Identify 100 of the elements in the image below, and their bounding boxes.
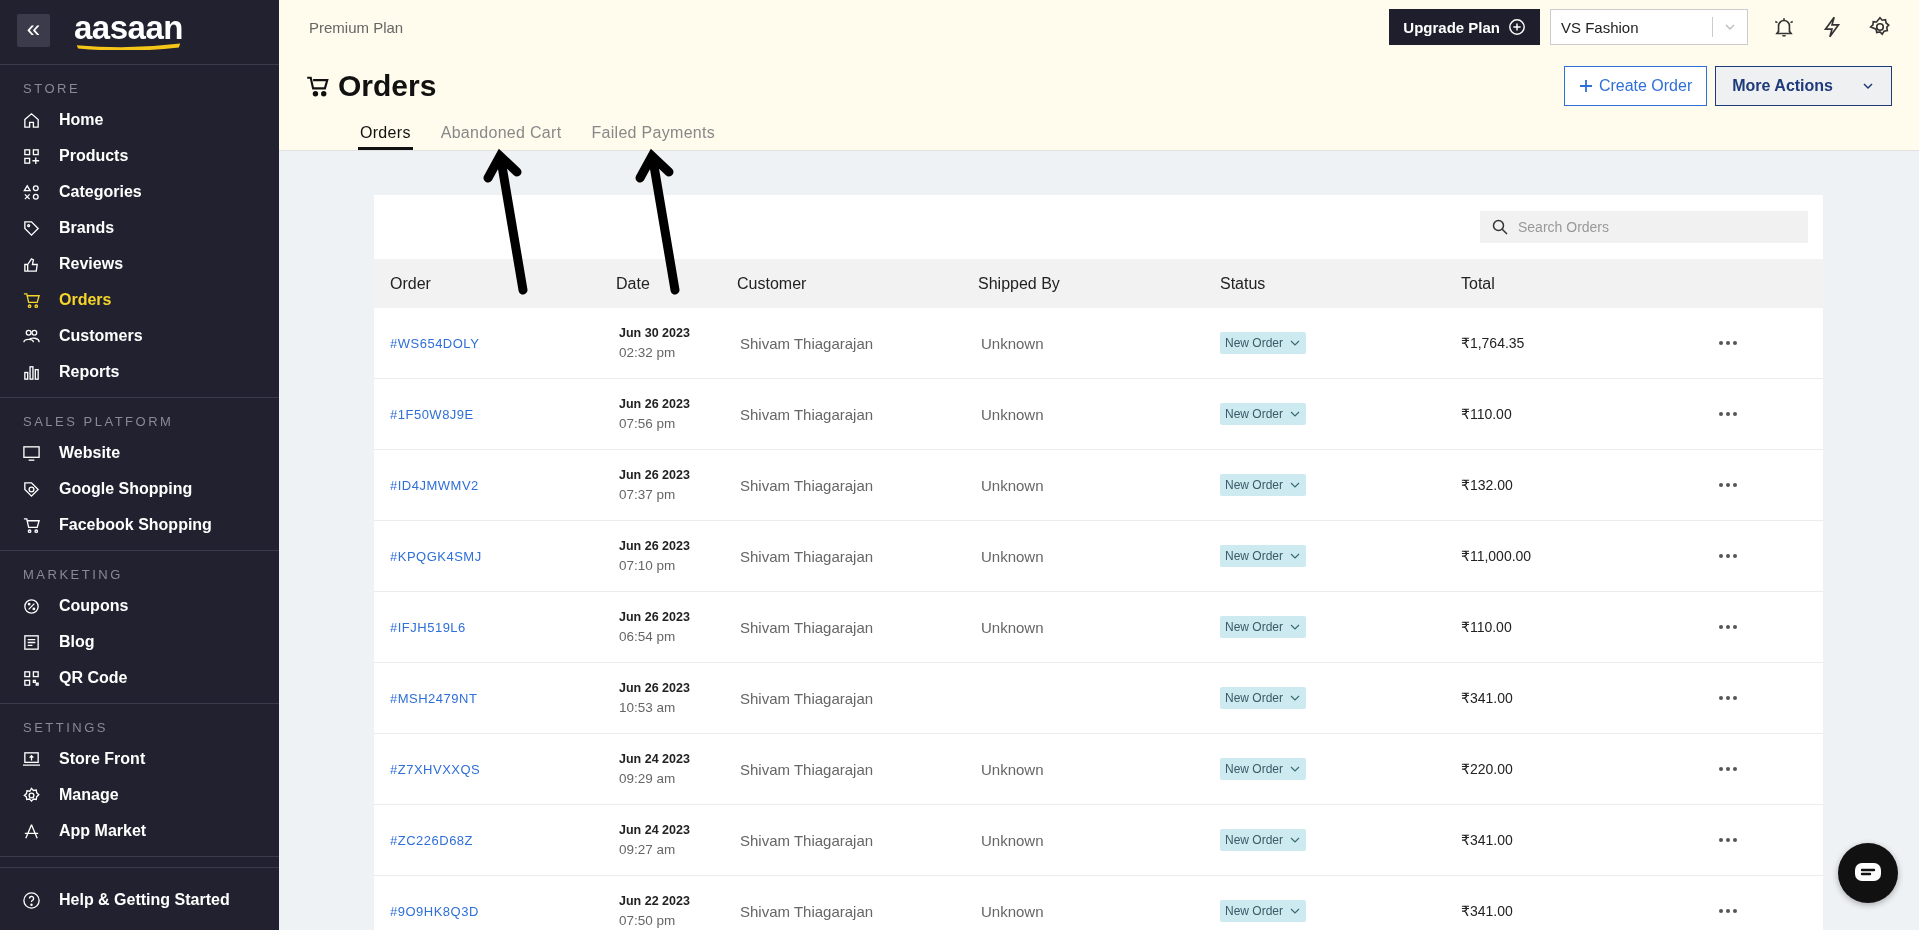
- status-dropdown[interactable]: New Order: [1220, 545, 1306, 567]
- menu-item-icon: [22, 668, 41, 688]
- order-time: 09:29 am: [619, 771, 677, 786]
- order-date: Jun 26 2023: [619, 610, 691, 624]
- create-order-button[interactable]: Create Order: [1563, 66, 1708, 106]
- shipped-by: Unknown: [980, 334, 1045, 352]
- sidebar-item[interactable]: Google Shopping: [0, 471, 279, 507]
- section-title: STORE: [22, 80, 82, 98]
- customer-name: Shivam Thiagarajan: [739, 405, 875, 423]
- status-dropdown[interactable]: New Order: [1220, 758, 1306, 780]
- order-total: ₹341.00: [1461, 903, 1514, 919]
- chat-icon: [1854, 862, 1882, 884]
- order-total: ₹341.00: [1461, 832, 1514, 848]
- order-link[interactable]: #Z7XHVXXQS: [390, 761, 481, 777]
- more-icon[interactable]: [1719, 412, 1737, 416]
- order-total: ₹110.00: [1461, 619, 1513, 635]
- sidebar-item[interactable]: Categories: [0, 174, 279, 210]
- order-link[interactable]: #ID4JMWMV2: [390, 477, 479, 493]
- shipped-by: Unknown: [980, 902, 1045, 920]
- plus-icon: [1578, 79, 1593, 93]
- status-dropdown[interactable]: New Order: [1220, 829, 1306, 851]
- sidebar-item[interactable]: Manage: [0, 777, 279, 813]
- chat-button[interactable]: [1838, 843, 1898, 903]
- bell-icon[interactable]: [1772, 15, 1796, 39]
- more-icon[interactable]: [1719, 767, 1737, 771]
- more-icon[interactable]: [1719, 483, 1737, 487]
- menu-item-icon: [22, 110, 41, 130]
- status-dropdown[interactable]: New Order: [1220, 474, 1306, 496]
- shipped-by: Unknown: [980, 831, 1045, 849]
- store-select[interactable]: VS Fashion: [1550, 9, 1748, 45]
- help-link[interactable]: Help & Getting Started: [0, 882, 279, 918]
- status-dropdown[interactable]: New Order: [1220, 403, 1306, 425]
- order-link[interactable]: #WS654DOLY: [390, 335, 480, 351]
- tab[interactable]: Orders: [358, 124, 413, 150]
- order-link[interactable]: #KPQGK4SMJ: [390, 548, 482, 564]
- sidebar-item[interactable]: QR Code: [0, 660, 279, 696]
- page-title: Orders: [338, 69, 437, 103]
- status-dropdown[interactable]: New Order: [1220, 687, 1306, 709]
- plus-circle-icon: [1508, 18, 1526, 36]
- order-link[interactable]: #IFJH519L6: [390, 619, 466, 635]
- status-dropdown[interactable]: New Order: [1220, 332, 1306, 354]
- sidebar-item[interactable]: App Market: [0, 813, 279, 849]
- sidebar-item[interactable]: Blog: [0, 624, 279, 660]
- sidebar-item[interactable]: Home: [0, 102, 279, 138]
- sidebar-item[interactable]: Orders: [0, 282, 279, 318]
- section-title: SETTINGS: [22, 719, 109, 737]
- menu-item-icon: [22, 290, 41, 310]
- more-icon[interactable]: [1719, 625, 1737, 629]
- status-dropdown[interactable]: New Order: [1220, 900, 1306, 922]
- shipped-by: Unknown: [980, 618, 1045, 636]
- menu-item-icon: [22, 182, 41, 202]
- sidebar-item[interactable]: Products: [0, 138, 279, 174]
- more-icon[interactable]: [1719, 696, 1737, 700]
- order-link[interactable]: #MSH2479NT: [390, 690, 478, 706]
- more-actions-button[interactable]: More Actions: [1715, 66, 1892, 106]
- customer-name: Shivam Thiagarajan: [739, 760, 875, 778]
- order-time: 07:56 pm: [619, 416, 677, 431]
- logo[interactable]: aasaan: [74, 10, 183, 50]
- shipped-by: Unknown: [980, 547, 1045, 565]
- order-date: Jun 30 2023: [619, 326, 691, 340]
- customer-name: Shivam Thiagarajan: [739, 334, 875, 352]
- menu-item-icon: [22, 218, 41, 238]
- order-time: 02:32 pm: [619, 345, 677, 360]
- sidebar-item[interactable]: Coupons: [0, 588, 279, 624]
- tab[interactable]: Abandoned Cart: [438, 124, 564, 150]
- sidebar-item[interactable]: Website: [0, 435, 279, 471]
- order-date: Jun 26 2023: [619, 468, 691, 482]
- plan-label: Premium Plan: [308, 18, 404, 36]
- upgrade-button[interactable]: Upgrade Plan: [1389, 9, 1540, 45]
- sidebar-item[interactable]: Store Front: [0, 741, 279, 777]
- order-date: Jun 24 2023: [619, 752, 691, 766]
- order-total: ₹132.00: [1461, 477, 1514, 493]
- more-icon[interactable]: [1719, 909, 1737, 913]
- status-dropdown[interactable]: New Order: [1220, 616, 1306, 638]
- collapse-button[interactable]: «: [17, 13, 50, 47]
- sidebar-item[interactable]: Reports: [0, 354, 279, 390]
- customer-name: Shivam Thiagarajan: [739, 476, 875, 494]
- search-field[interactable]: Search Orders: [1480, 211, 1808, 243]
- column-header: Customer: [737, 274, 808, 293]
- customer-name: Shivam Thiagarajan: [739, 902, 875, 920]
- order-link[interactable]: #ZC226D68Z: [390, 832, 474, 848]
- order-total: ₹110.00: [1461, 406, 1513, 422]
- more-icon[interactable]: [1719, 838, 1737, 842]
- more-icon[interactable]: [1719, 554, 1737, 558]
- column-header: Order: [390, 274, 432, 293]
- sidebar-item[interactable]: Customers: [0, 318, 279, 354]
- order-link[interactable]: #9O9HK8Q3D: [390, 903, 479, 919]
- order-total: ₹1,764.35: [1461, 335, 1526, 351]
- menu-item-icon: [22, 749, 41, 769]
- sidebar-item[interactable]: Reviews: [0, 246, 279, 282]
- column-header: Status: [1220, 274, 1267, 293]
- more-icon[interactable]: [1719, 341, 1737, 345]
- menu-item-icon: [22, 443, 41, 463]
- customer-name: Shivam Thiagarajan: [739, 831, 875, 849]
- order-link[interactable]: #1F50W8J9E: [390, 406, 474, 422]
- sidebar-item[interactable]: Brands: [0, 210, 279, 246]
- shipped-by: Unknown: [980, 476, 1045, 494]
- sidebar-item[interactable]: Facebook Shopping: [0, 507, 279, 543]
- order-total: ₹341.00: [1461, 690, 1514, 706]
- order-date: Jun 26 2023: [619, 397, 691, 411]
